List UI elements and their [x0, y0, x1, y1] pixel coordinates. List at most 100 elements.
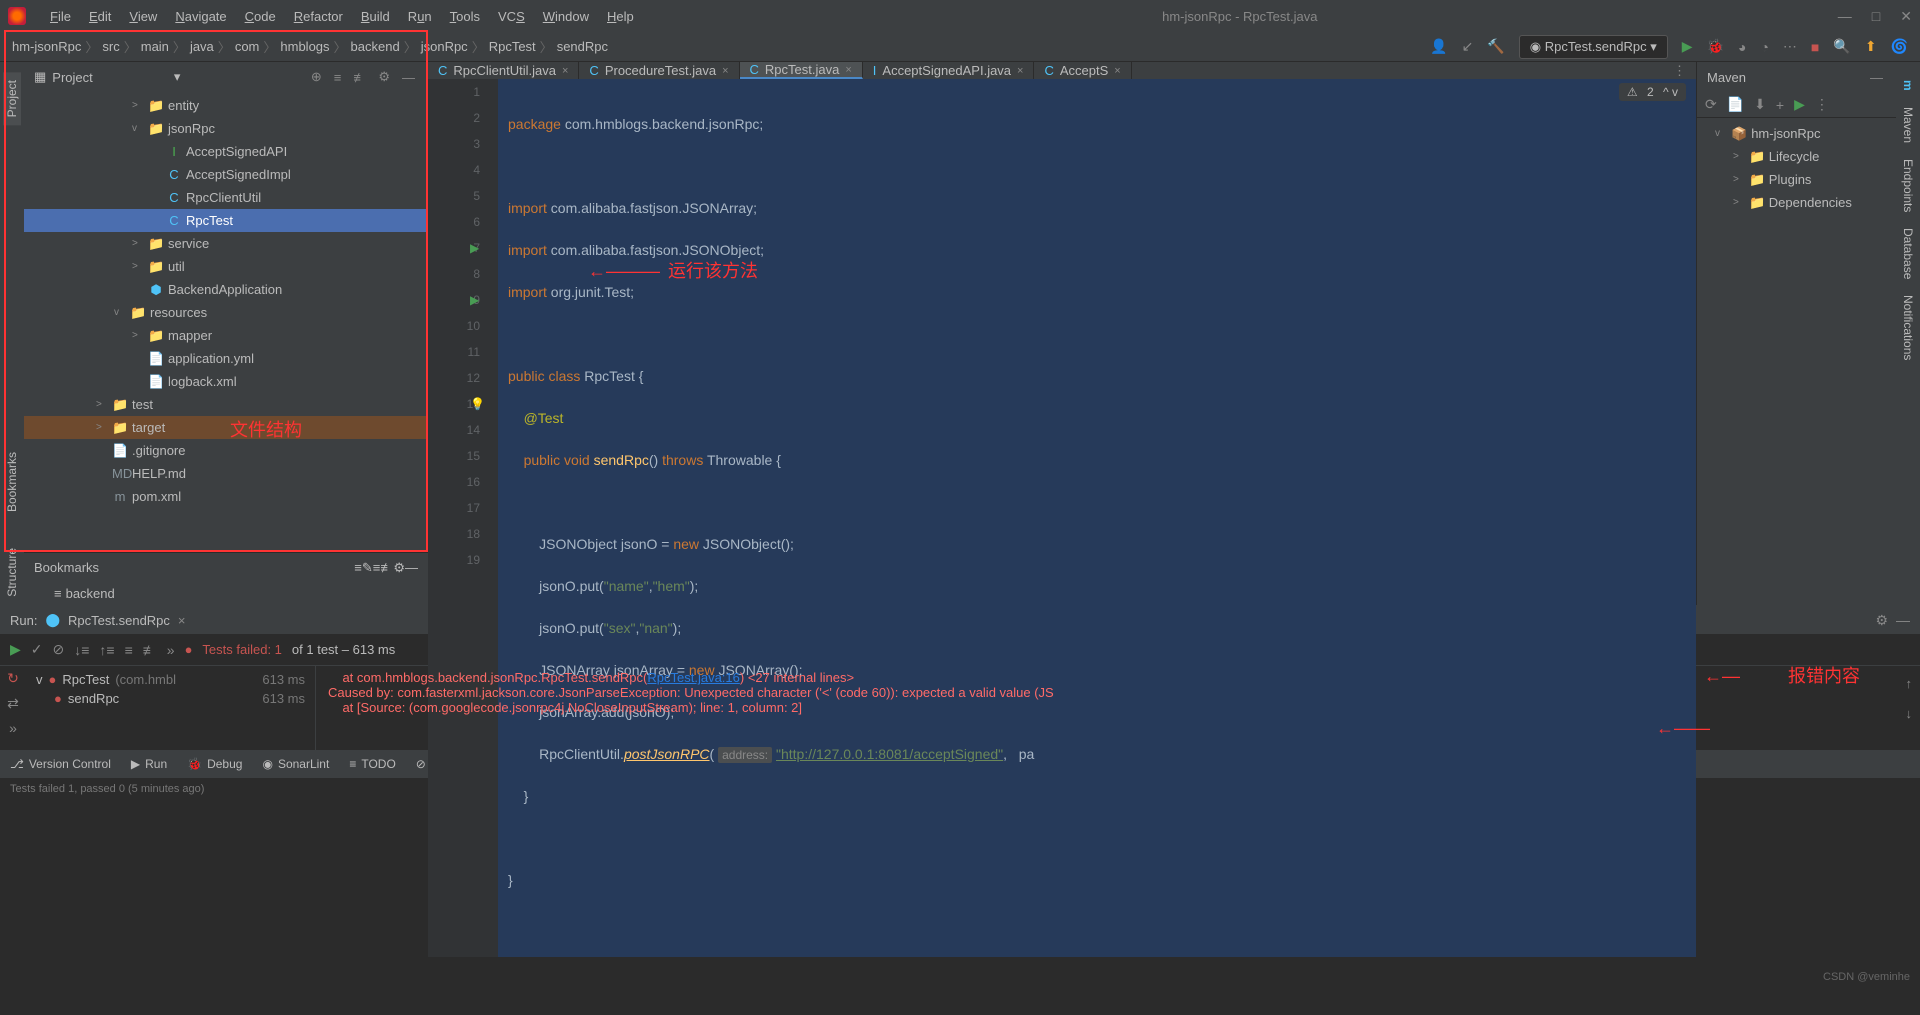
maven-add-icon[interactable]: +: [1776, 97, 1784, 113]
editor-tab[interactable]: CRpcTest.java×: [740, 62, 863, 79]
tree-item[interactable]: MDHELP.md: [24, 462, 428, 485]
maven-item[interactable]: > 📁 Plugins: [1705, 168, 1888, 191]
maven-item[interactable]: > 📁 Dependencies: [1705, 191, 1888, 214]
tree-item[interactable]: mpom.xml: [24, 485, 428, 508]
build-icon[interactable]: 🔨: [1487, 38, 1504, 55]
menu-help[interactable]: Help: [599, 5, 642, 28]
ai-icon[interactable]: 🌀: [1891, 38, 1908, 55]
test-tree[interactable]: v●RpcTest (com.hmbl613 ms ●sendRpc613 ms: [26, 666, 316, 750]
run-hide-icon[interactable]: —: [1896, 612, 1910, 628]
tree-item[interactable]: v📁resources: [24, 301, 428, 324]
bm-gear-icon[interactable]: ⚙: [393, 560, 405, 576]
menu-vcs[interactable]: VCS: [490, 5, 533, 28]
coverage-icon[interactable]: ◕: [1738, 39, 1746, 55]
status-item[interactable]: ▶Run: [131, 757, 167, 771]
menu-view[interactable]: View: [121, 5, 165, 28]
bookmarks-tab[interactable]: Bookmarks: [3, 444, 21, 520]
structure-tab[interactable]: Structure: [3, 540, 21, 605]
tree-item[interactable]: >📁target: [24, 416, 428, 439]
tree-item[interactable]: 📄logback.xml: [24, 370, 428, 393]
sort-icon[interactable]: ↓≡: [74, 642, 89, 658]
tree-item[interactable]: >📁mapper: [24, 324, 428, 347]
tree-item[interactable]: CRpcClientUtil: [24, 186, 428, 209]
bm-hide-icon[interactable]: —: [405, 560, 418, 575]
menu-navigate[interactable]: Navigate: [167, 5, 234, 28]
inspections-widget[interactable]: ⚠ 2 ^ v: [1619, 83, 1686, 101]
hide-icon[interactable]: —: [399, 70, 418, 85]
maven-reload-icon[interactable]: ⟳: [1705, 96, 1717, 113]
locate-icon[interactable]: ⊕: [308, 69, 325, 85]
tree-item[interactable]: CAcceptSignedImpl: [24, 163, 428, 186]
endpoints-tab[interactable]: Endpoints: [1899, 151, 1917, 220]
collapse2-icon[interactable]: ≢: [143, 642, 157, 658]
run-tab-close[interactable]: ×: [178, 613, 186, 628]
intention-icon[interactable]: 💡: [470, 397, 485, 411]
editor-tab[interactable]: CAcceptS×: [1034, 62, 1131, 79]
tree-item[interactable]: >📁util: [24, 255, 428, 278]
bm-expand-icon[interactable]: ≡: [373, 560, 381, 575]
menu-file[interactable]: File: [42, 5, 79, 28]
maven-root[interactable]: v 📦 hm-jsonRpc: [1705, 122, 1888, 145]
tree-item[interactable]: >📁test: [24, 393, 428, 416]
project-tab[interactable]: Project: [3, 72, 21, 125]
maven-item[interactable]: > 📁 Lifecycle: [1705, 145, 1888, 168]
close-icon[interactable]: ✕: [1900, 8, 1912, 25]
project-tree[interactable]: >📁entityv📁jsonRpcIAcceptSignedAPICAccept…: [24, 92, 428, 552]
maven-more-icon[interactable]: ⋮: [1815, 96, 1829, 113]
notifications-tab[interactable]: Notifications: [1899, 287, 1917, 368]
tree-item[interactable]: >📁entity: [24, 94, 428, 117]
rerun-failed-icon[interactable]: ↻: [7, 670, 19, 687]
scroll-down-icon[interactable]: ↓: [1906, 706, 1913, 721]
menu-edit[interactable]: Edit: [81, 5, 119, 28]
maven-gen-icon[interactable]: 📄: [1727, 96, 1744, 113]
status-item[interactable]: ≡TODO: [349, 757, 395, 771]
editor-tab[interactable]: CRpcClientUtil.java×: [428, 62, 579, 79]
scroll-up-icon[interactable]: ↑: [1906, 676, 1913, 691]
maven-right-tab[interactable]: Maven: [1899, 99, 1917, 151]
back-icon[interactable]: ↙: [1462, 38, 1474, 55]
breadcrumb-item[interactable]: hmblogs: [280, 39, 329, 54]
maven-run-icon[interactable]: ▶: [1794, 96, 1805, 113]
console-output[interactable]: at com.hmblogs.backend.jsonRpc.RpcTest.s…: [316, 666, 1920, 750]
tree-item[interactable]: v📁jsonRpc: [24, 117, 428, 140]
minimize-icon[interactable]: —: [1838, 8, 1852, 25]
editor-tab[interactable]: CProcedureTest.java×: [579, 62, 739, 79]
editor-gutter[interactable]: 1234567▶89▶10111213💡141516171819: [428, 79, 498, 957]
menu-refactor[interactable]: Refactor: [286, 5, 351, 28]
status-item[interactable]: ⎇Version Control: [10, 757, 111, 771]
run-config-selector[interactable]: ◉ RpcTest.sendRpc ▾: [1519, 35, 1668, 59]
status-item[interactable]: ◉SonarLint: [262, 757, 329, 771]
status-item[interactable]: 🐞Debug: [187, 757, 242, 771]
breadcrumb-item[interactable]: sendRpc: [557, 39, 608, 54]
toggle-auto-icon[interactable]: ⇄: [7, 695, 19, 712]
filter-icon[interactable]: ⊘: [53, 641, 65, 658]
search-icon[interactable]: 🔍: [1833, 38, 1850, 55]
bookmark-item[interactable]: ≡backend: [24, 582, 428, 605]
sort2-icon[interactable]: ↑≡: [99, 642, 114, 658]
user-icon[interactable]: 👤: [1430, 38, 1447, 55]
tree-item[interactable]: 📄.gitignore: [24, 439, 428, 462]
menu-build[interactable]: Build: [353, 5, 398, 28]
tree-item[interactable]: CRpcTest: [24, 209, 428, 232]
run-more-icon[interactable]: »: [9, 720, 17, 736]
menu-run[interactable]: Run: [400, 5, 440, 28]
update-icon[interactable]: ⬆: [1865, 38, 1877, 55]
tree-item[interactable]: >📁service: [24, 232, 428, 255]
run-gutter-icon[interactable]: ▶: [470, 293, 479, 307]
stop-icon[interactable]: ■: [1811, 39, 1819, 55]
breadcrumb-item[interactable]: main: [141, 39, 169, 54]
more-icon[interactable]: »: [167, 642, 175, 658]
bm-edit-icon[interactable]: ✎: [362, 560, 373, 576]
breadcrumb-item[interactable]: hm-jsonRpc: [12, 39, 81, 54]
breadcrumb-item[interactable]: RpcTest: [489, 39, 536, 54]
gear-icon[interactable]: ⚙: [375, 69, 393, 85]
maven-hide-icon[interactable]: —: [1867, 70, 1886, 85]
editor-tab[interactable]: IAcceptSignedAPI.java×: [863, 62, 1035, 79]
menu-window[interactable]: Window: [535, 5, 597, 28]
database-tab[interactable]: Database: [1899, 220, 1917, 287]
breadcrumb-item[interactable]: java: [190, 39, 214, 54]
bm-collapse-icon[interactable]: ≢: [380, 560, 393, 575]
breadcrumb-item[interactable]: src: [102, 39, 119, 54]
profile-icon[interactable]: ◔: [1760, 39, 1768, 55]
run-icon[interactable]: ▶: [1682, 38, 1693, 55]
